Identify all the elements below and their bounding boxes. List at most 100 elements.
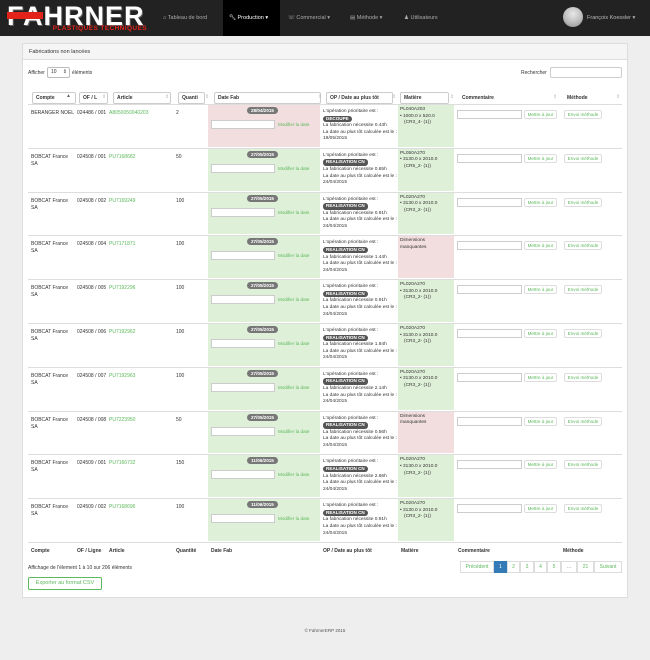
article-link[interactable]: PU7192962 xyxy=(109,329,135,336)
send-methode-button[interactable]: Envoi méthode xyxy=(564,241,602,251)
update-button[interactable]: Mettre à jour xyxy=(524,460,557,470)
commentaire-input[interactable] xyxy=(457,241,522,251)
modify-date-link[interactable]: Modifier la date xyxy=(278,341,309,346)
nav-utilisateurs[interactable]: ♟ Utilisateurs xyxy=(404,0,449,36)
date-input[interactable] xyxy=(211,426,275,436)
avatar[interactable] xyxy=(563,7,583,27)
article-link[interactable]: PU7171871 xyxy=(109,241,135,248)
pagination-page-1[interactable]: 1 xyxy=(494,561,507,573)
article-link[interactable]: PU7166732 xyxy=(109,460,135,467)
update-button[interactable]: Mettre à jour xyxy=(524,110,557,119)
update-button[interactable]: Mettre à jour xyxy=(524,416,557,426)
send-methode-button[interactable]: Envoi méthode xyxy=(564,197,602,207)
col-quantite[interactable]: Quanti xyxy=(178,92,205,104)
article-link[interactable]: PU7192963 xyxy=(109,373,135,380)
commentaire-input[interactable] xyxy=(457,110,522,119)
page-length-select[interactable]: 10 ⇕ xyxy=(47,67,70,78)
date-input[interactable] xyxy=(211,470,275,480)
date-badge: 27/05/2015 xyxy=(247,413,278,421)
date-input[interactable] xyxy=(211,207,275,217)
op-earliest-date: 24/04/2015 xyxy=(323,399,348,405)
commentaire-input[interactable] xyxy=(457,416,522,426)
date-input[interactable] xyxy=(211,339,275,348)
date-input[interactable] xyxy=(211,120,275,129)
modify-date-link[interactable]: Modifier la date xyxy=(278,166,309,171)
update-button[interactable]: Mettre à jour xyxy=(524,241,557,251)
commentaire-input[interactable] xyxy=(457,329,522,338)
date-input[interactable] xyxy=(211,295,275,305)
modify-date-link[interactable]: Modifier la date xyxy=(278,297,309,302)
date-input[interactable] xyxy=(211,382,275,392)
matiere-dims: 3130.0 x 2010.0 xyxy=(403,332,438,338)
article-link[interactable]: PU7168696 xyxy=(109,504,135,511)
commentaire-input[interactable] xyxy=(457,504,522,514)
article-link[interactable]: PU7169249 xyxy=(109,198,135,205)
cell-compte: BOBCAT France SA xyxy=(31,416,69,430)
modify-date-link[interactable]: Modifier la date xyxy=(278,122,309,127)
modify-date-link[interactable]: Modifier la date xyxy=(278,385,309,390)
col-date-fab[interactable]: Date Fab xyxy=(214,92,321,104)
pagination-page-21[interactable]: 21 xyxy=(577,561,594,573)
col-methode[interactable]: Méthode xyxy=(567,95,588,101)
cell-quantite: 100 xyxy=(176,329,185,335)
update-button[interactable]: Mettre à jour xyxy=(524,153,557,163)
commentaire-input[interactable] xyxy=(457,197,522,207)
article-link[interactable]: PU7168682 xyxy=(109,154,135,161)
article-link[interactable]: PU7192296 xyxy=(109,285,135,292)
matiere-note: (CR3_2- (1)) xyxy=(404,339,431,345)
send-methode-button[interactable]: Envoi méthode xyxy=(564,460,602,470)
modify-date-link[interactable]: Modifier la date xyxy=(278,429,309,434)
pagination-previous[interactable]: Précédent xyxy=(460,561,494,573)
send-methode-button[interactable]: Envoi méthode xyxy=(564,285,602,295)
cell-quantite: 100 xyxy=(176,197,185,204)
date-input[interactable] xyxy=(211,251,275,261)
send-methode-button[interactable]: Envoi méthode xyxy=(564,329,602,338)
modify-date-link[interactable]: Modifier la date xyxy=(278,253,309,258)
pagination-page-5[interactable]: 5 xyxy=(547,561,561,573)
modify-date-link[interactable]: Modifier la date xyxy=(278,472,309,477)
tfoot-of: OF / Ligne xyxy=(77,548,102,554)
col-op[interactable]: OP / Date au plus tôt xyxy=(326,92,393,104)
user-menu[interactable]: François Koessler ▾ xyxy=(587,0,647,36)
pagination-next[interactable]: Suivant xyxy=(594,561,622,573)
send-methode-button[interactable]: Envoi méthode xyxy=(564,372,602,382)
pagination-page-4[interactable]: 4 xyxy=(534,561,547,573)
update-button[interactable]: Mettre à jour xyxy=(524,197,557,207)
col-commentaire[interactable]: Commentaire xyxy=(462,95,494,101)
update-button[interactable]: Mettre à jour xyxy=(524,372,557,382)
nav-commercial[interactable]: ☏ Commercial ▾ xyxy=(288,0,343,36)
cell-compte: BOBCAT France SA xyxy=(31,460,69,474)
nav-methode[interactable]: ▤ Méthode ▾ xyxy=(350,0,398,36)
send-methode-button[interactable]: Envoi méthode xyxy=(564,110,602,119)
pagination-page-3[interactable]: 3 xyxy=(520,561,534,573)
col-article[interactable]: Article xyxy=(113,92,171,104)
tfoot-matiere: Matière xyxy=(401,548,419,554)
article-link[interactable]: PU7223950 xyxy=(109,417,135,424)
send-methode-button[interactable]: Envoi méthode xyxy=(564,504,602,514)
update-button[interactable]: Mettre à jour xyxy=(524,285,557,295)
modify-date-link[interactable]: Modifier la date xyxy=(278,210,309,215)
update-button[interactable]: Mettre à jour xyxy=(524,504,557,514)
commentaire-input[interactable] xyxy=(457,460,522,470)
commentaire-input[interactable] xyxy=(457,153,522,163)
select-arrows-icon: ⇕ xyxy=(62,69,67,75)
send-methode-button[interactable]: Envoi méthode xyxy=(564,416,602,426)
nav-production[interactable]: 🔧︎ Production ▾ xyxy=(223,0,280,36)
nav-tableau-de-bord[interactable]: ⌂ Tableau de bord xyxy=(160,0,218,36)
commentaire-input[interactable] xyxy=(457,285,522,295)
date-input[interactable] xyxy=(211,514,275,524)
modify-date-link[interactable]: Modifier la date xyxy=(278,516,309,521)
fahrner-logo[interactable]: FAHRNER PLASTIQUES TECHNIQUES xyxy=(7,3,147,32)
matiere-note: (CR3_2- (1)) xyxy=(404,382,431,388)
article-link[interactable]: A8050050040203 xyxy=(109,110,149,117)
matiere-code: PL020A270 xyxy=(400,326,426,331)
export-csv-button[interactable]: Exporter au format CSV xyxy=(28,577,102,590)
commentaire-input[interactable] xyxy=(457,372,522,382)
send-methode-button[interactable]: Envoi méthode xyxy=(564,153,602,163)
col-matiere[interactable]: Matière xyxy=(400,92,449,104)
date-fab-cell: 27/05/2015 Modifier la date xyxy=(208,324,320,366)
search-input[interactable] xyxy=(550,67,622,78)
date-input[interactable] xyxy=(211,163,275,173)
pagination-page-2[interactable]: 2 xyxy=(507,561,520,573)
update-button[interactable]: Mettre à jour xyxy=(524,329,557,338)
